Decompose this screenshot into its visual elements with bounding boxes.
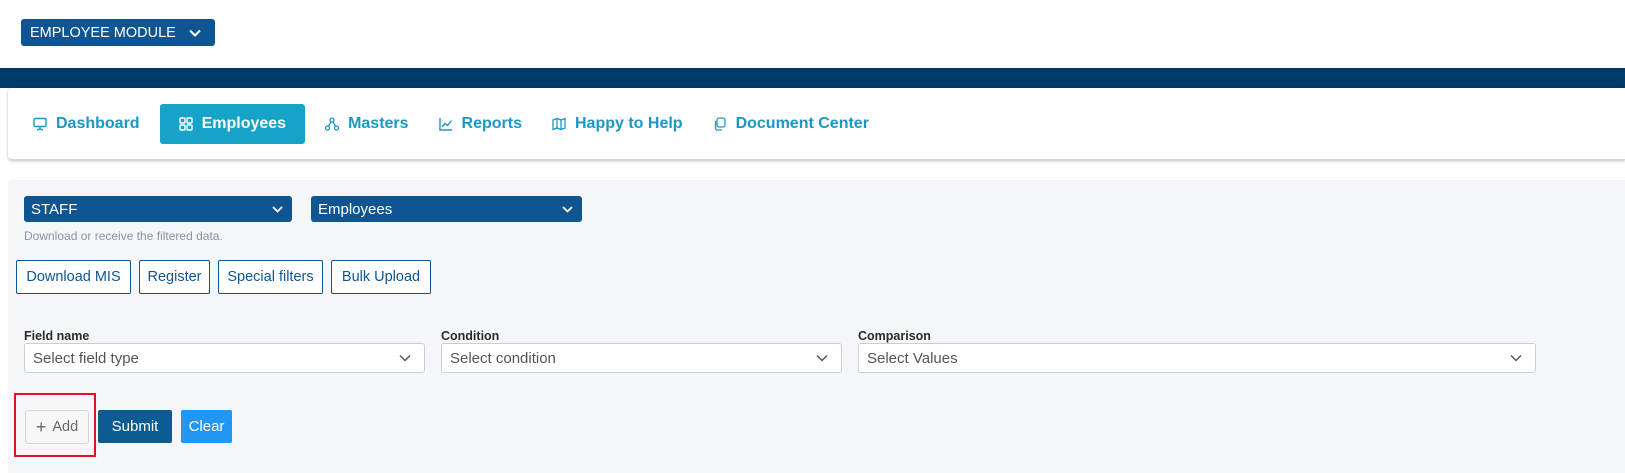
type-select[interactable]: Employees <box>311 196 582 222</box>
comparison-placeholder: Select Values <box>867 349 958 367</box>
main-navbar: Dashboard Employees Masters Reports Happ… <box>8 88 1625 160</box>
nav-item-label: Document Center <box>735 114 869 132</box>
clear-button[interactable]: Clear <box>181 410 232 443</box>
field-name-label: Field name <box>24 329 90 343</box>
chevron-down-icon <box>189 29 201 37</box>
nav-item-happy-to-help[interactable]: Happy to Help <box>542 104 693 144</box>
condition-placeholder: Select condition <box>450 349 556 367</box>
nav-item-label: Employees <box>201 114 287 132</box>
nav-item-reports[interactable]: Reports <box>429 104 532 144</box>
nav-item-label: Dashboard <box>56 114 140 132</box>
add-button-label: Add <box>52 419 79 435</box>
header-banner <box>0 68 1625 88</box>
type-select-value: Employees <box>318 200 393 218</box>
chevron-down-icon <box>1510 354 1522 362</box>
download-mis-button[interactable]: Download MIS <box>16 260 131 294</box>
field-name-select[interactable]: Select field type <box>24 343 425 373</box>
sitemap-icon <box>325 116 340 131</box>
register-button[interactable]: Register <box>139 260 210 294</box>
filter-hint: Download or receive the filtered data. <box>24 229 223 243</box>
filter-panel <box>8 180 1625 473</box>
plus-icon: + <box>35 416 47 437</box>
category-select[interactable]: STAFF <box>24 196 292 222</box>
comparison-label: Comparison <box>858 329 931 343</box>
chart-line-icon <box>438 117 452 131</box>
add-button[interactable]: + Add <box>25 410 89 444</box>
nav-item-label: Masters <box>348 114 409 132</box>
category-select-value: STAFF <box>31 200 78 218</box>
comparison-select[interactable]: Select Values <box>858 343 1536 373</box>
nav-item-label: Reports <box>461 114 522 132</box>
nav-item-employees[interactable]: Employees <box>159 103 306 144</box>
chevron-down-icon <box>562 205 573 213</box>
chevron-down-icon <box>272 205 283 213</box>
special-filters-button[interactable]: Special filters <box>218 260 323 294</box>
field-name-placeholder: Select field type <box>33 349 139 367</box>
grid-icon <box>178 116 193 131</box>
nav-item-label: Happy to Help <box>575 114 683 132</box>
condition-select[interactable]: Select condition <box>441 343 842 373</box>
submit-button[interactable]: Submit <box>98 410 172 443</box>
nav-item-document-center[interactable]: Document Center <box>703 104 879 144</box>
map-icon <box>552 117 566 130</box>
module-selector-label: EMPLOYEE MODULE <box>30 24 176 41</box>
monitor-icon <box>33 117 47 130</box>
nav-item-masters[interactable]: Masters <box>315 104 418 144</box>
module-selector[interactable]: EMPLOYEE MODULE <box>21 19 215 46</box>
condition-label: Condition <box>441 329 500 343</box>
nav-item-dashboard[interactable]: Dashboard <box>23 104 150 144</box>
bulk-upload-button[interactable]: Bulk Upload <box>331 260 431 294</box>
chevron-down-icon <box>399 354 411 362</box>
copy-icon <box>714 116 726 131</box>
chevron-down-icon <box>816 354 828 362</box>
